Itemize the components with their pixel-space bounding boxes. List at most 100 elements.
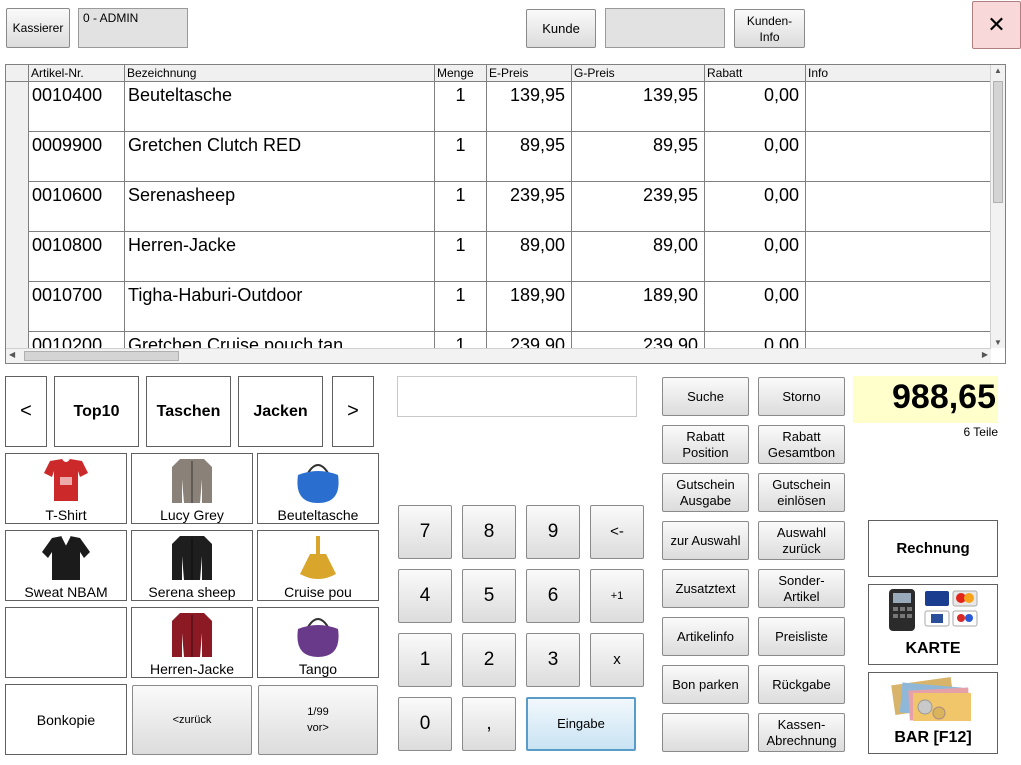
scroll-thumb-horizontal[interactable] [24, 351, 179, 361]
page-next-button[interactable]: 1/99 vor> [258, 685, 378, 755]
product-tile[interactable]: Herren-Jacke [131, 607, 253, 678]
key-2-button[interactable]: 2 [462, 633, 516, 687]
row-selector[interactable] [6, 232, 28, 282]
product-tile[interactable]: Lucy Grey [131, 453, 253, 524]
discount-position-button[interactable]: Rabatt Position [662, 425, 749, 464]
product-label: Cruise pou [284, 584, 352, 600]
selection-back-button[interactable]: Auswahl zurück [758, 521, 845, 560]
blank-function-button[interactable] [662, 713, 749, 752]
cell-discount: 0,00 [704, 232, 805, 282]
customer-info-button[interactable]: Kunden- Info [734, 9, 805, 48]
cell-nr: 0010800 [28, 232, 124, 282]
cell-name: Gretchen Clutch RED [124, 132, 434, 182]
product-tile[interactable]: T-Shirt [5, 453, 127, 524]
enter-button[interactable]: Eingabe [526, 697, 636, 751]
voucher-redeem-button[interactable]: Gutschein einlösen [758, 473, 845, 512]
key-8-button[interactable]: 8 [462, 505, 516, 559]
product-label: Lucy Grey [160, 507, 224, 523]
key-6-button[interactable]: 6 [526, 569, 580, 623]
cashier-button[interactable]: Kassierer [6, 8, 70, 48]
receipt-table[interactable]: Artikel-Nr. Bezeichnung Menge E-Preis G-… [5, 64, 1006, 364]
keypad-input[interactable] [397, 376, 637, 417]
vertical-scrollbar[interactable]: ▲ ▼ [990, 65, 1005, 348]
product-label: Herren-Jacke [149, 661, 235, 677]
header-menge: Menge [434, 65, 486, 82]
special-article-button[interactable]: Sonder- Artikel [758, 569, 845, 608]
row-selector[interactable] [6, 282, 28, 332]
search-button[interactable]: Suche [662, 377, 749, 416]
table-row[interactable]: 0010700 Tigha-Haburi-Outdoor 1 189,90 189,90… [6, 282, 991, 332]
to-selection-button[interactable]: zur Auswahl [662, 521, 749, 560]
row-selector[interactable] [6, 182, 28, 232]
key-7-button[interactable]: 7 [398, 505, 452, 559]
cell-discount: 0,00 [704, 182, 805, 232]
park-receipt-button[interactable]: Bon parken [662, 665, 749, 704]
discount-total-button[interactable]: Rabatt Gesamtbon [758, 425, 845, 464]
price-list-button[interactable]: Preisliste [758, 617, 845, 656]
header-info: Info [805, 65, 991, 82]
row-selector[interactable] [6, 82, 28, 132]
product-tile[interactable]: Beuteltasche [257, 453, 379, 524]
table-row[interactable]: 0009900 Gretchen Clutch RED 1 89,95 89,95 0,0… [6, 132, 991, 182]
customer-button[interactable]: Kunde [526, 9, 596, 48]
category-next-button[interactable]: > [332, 376, 374, 447]
key-multiply-button[interactable]: x [590, 633, 644, 687]
key-1-button[interactable]: 1 [398, 633, 452, 687]
key-5-button[interactable]: 5 [462, 569, 516, 623]
cell-qty: 1 [434, 282, 486, 332]
cash-icon [891, 676, 971, 721]
scroll-right-icon[interactable]: ▶ [982, 350, 988, 359]
header-bezeichnung: Bezeichnung [124, 65, 434, 82]
table-row[interactable]: 0010400 Beuteltasche 1 139,95 139,95 0,00 [6, 82, 991, 132]
cancel-button[interactable]: Storno [758, 377, 845, 416]
cash-payment-button[interactable]: BAR [F12] [868, 672, 998, 754]
voucher-issue-button[interactable]: Gutschein Ausgabe [662, 473, 749, 512]
product-tile[interactable]: Tango [257, 607, 379, 678]
page-back-button[interactable]: <zurück [132, 685, 252, 755]
cashier-field: 0 - ADMIN [78, 8, 188, 48]
row-selector[interactable] [6, 132, 28, 182]
cell-gprice: 189,90 [571, 282, 704, 332]
cell-info [805, 182, 991, 232]
cell-name: Herren-Jacke [124, 232, 434, 282]
product-tile[interactable]: Sweat NBAM [5, 530, 127, 601]
key-0-button[interactable]: 0 [398, 697, 452, 751]
total-display: 988,65 [853, 376, 998, 423]
product-label: Beuteltasche [277, 507, 359, 523]
cell-gprice: 89,00 [571, 232, 704, 282]
article-info-button[interactable]: Artikelinfo [662, 617, 749, 656]
key-backspace-button[interactable]: <- [590, 505, 644, 559]
close-button[interactable]: ✕ [972, 1, 1021, 49]
category-taschen-button[interactable]: Taschen [146, 376, 231, 447]
additional-text-button[interactable]: Zusatztext [662, 569, 749, 608]
scroll-left-icon[interactable]: ◀ [9, 350, 15, 359]
category-prev-button[interactable]: < [5, 376, 47, 447]
return-button[interactable]: Rückgabe [758, 665, 845, 704]
invoice-button[interactable]: Rechnung [868, 520, 998, 577]
product-label: Serena sheep [148, 584, 236, 600]
scroll-thumb-vertical[interactable] [993, 81, 1003, 203]
horizontal-scrollbar[interactable]: ◀ ▶ [6, 348, 991, 363]
product-tile[interactable]: Serena sheep [131, 530, 253, 601]
key-4-button[interactable]: 4 [398, 569, 452, 623]
cell-qty: 1 [434, 232, 486, 282]
empty-product-tile[interactable] [5, 607, 127, 678]
table-row[interactable]: 0010800 Herren-Jacke 1 89,00 89,00 0,00 [6, 232, 991, 282]
receipt-copy-button[interactable]: Bonkopie [5, 684, 127, 755]
table-row[interactable]: 0010600 Serenasheep 1 239,95 239,95 0,00 [6, 182, 991, 232]
header-e-preis: E-Preis [486, 65, 571, 82]
category-top10-button[interactable]: Top10 [54, 376, 139, 447]
card-payment-button[interactable]: KARTE [868, 584, 998, 665]
product-tile[interactable]: Cruise pou [257, 530, 379, 601]
key-3-button[interactable]: 3 [526, 633, 580, 687]
cell-info [805, 82, 991, 132]
cash-settlement-button[interactable]: Kassen- Abrechnung [758, 713, 845, 752]
key-plus-one-button[interactable]: +1 [590, 569, 644, 623]
scroll-up-icon[interactable]: ▲ [994, 66, 1002, 75]
scroll-down-icon[interactable]: ▼ [994, 338, 1002, 347]
cell-nr: 0010400 [28, 82, 124, 132]
key-comma-button[interactable]: , [462, 697, 516, 751]
table-header: Artikel-Nr. Bezeichnung Menge E-Preis G-… [6, 65, 991, 82]
category-jacken-button[interactable]: Jacken [238, 376, 323, 447]
key-9-button[interactable]: 9 [526, 505, 580, 559]
